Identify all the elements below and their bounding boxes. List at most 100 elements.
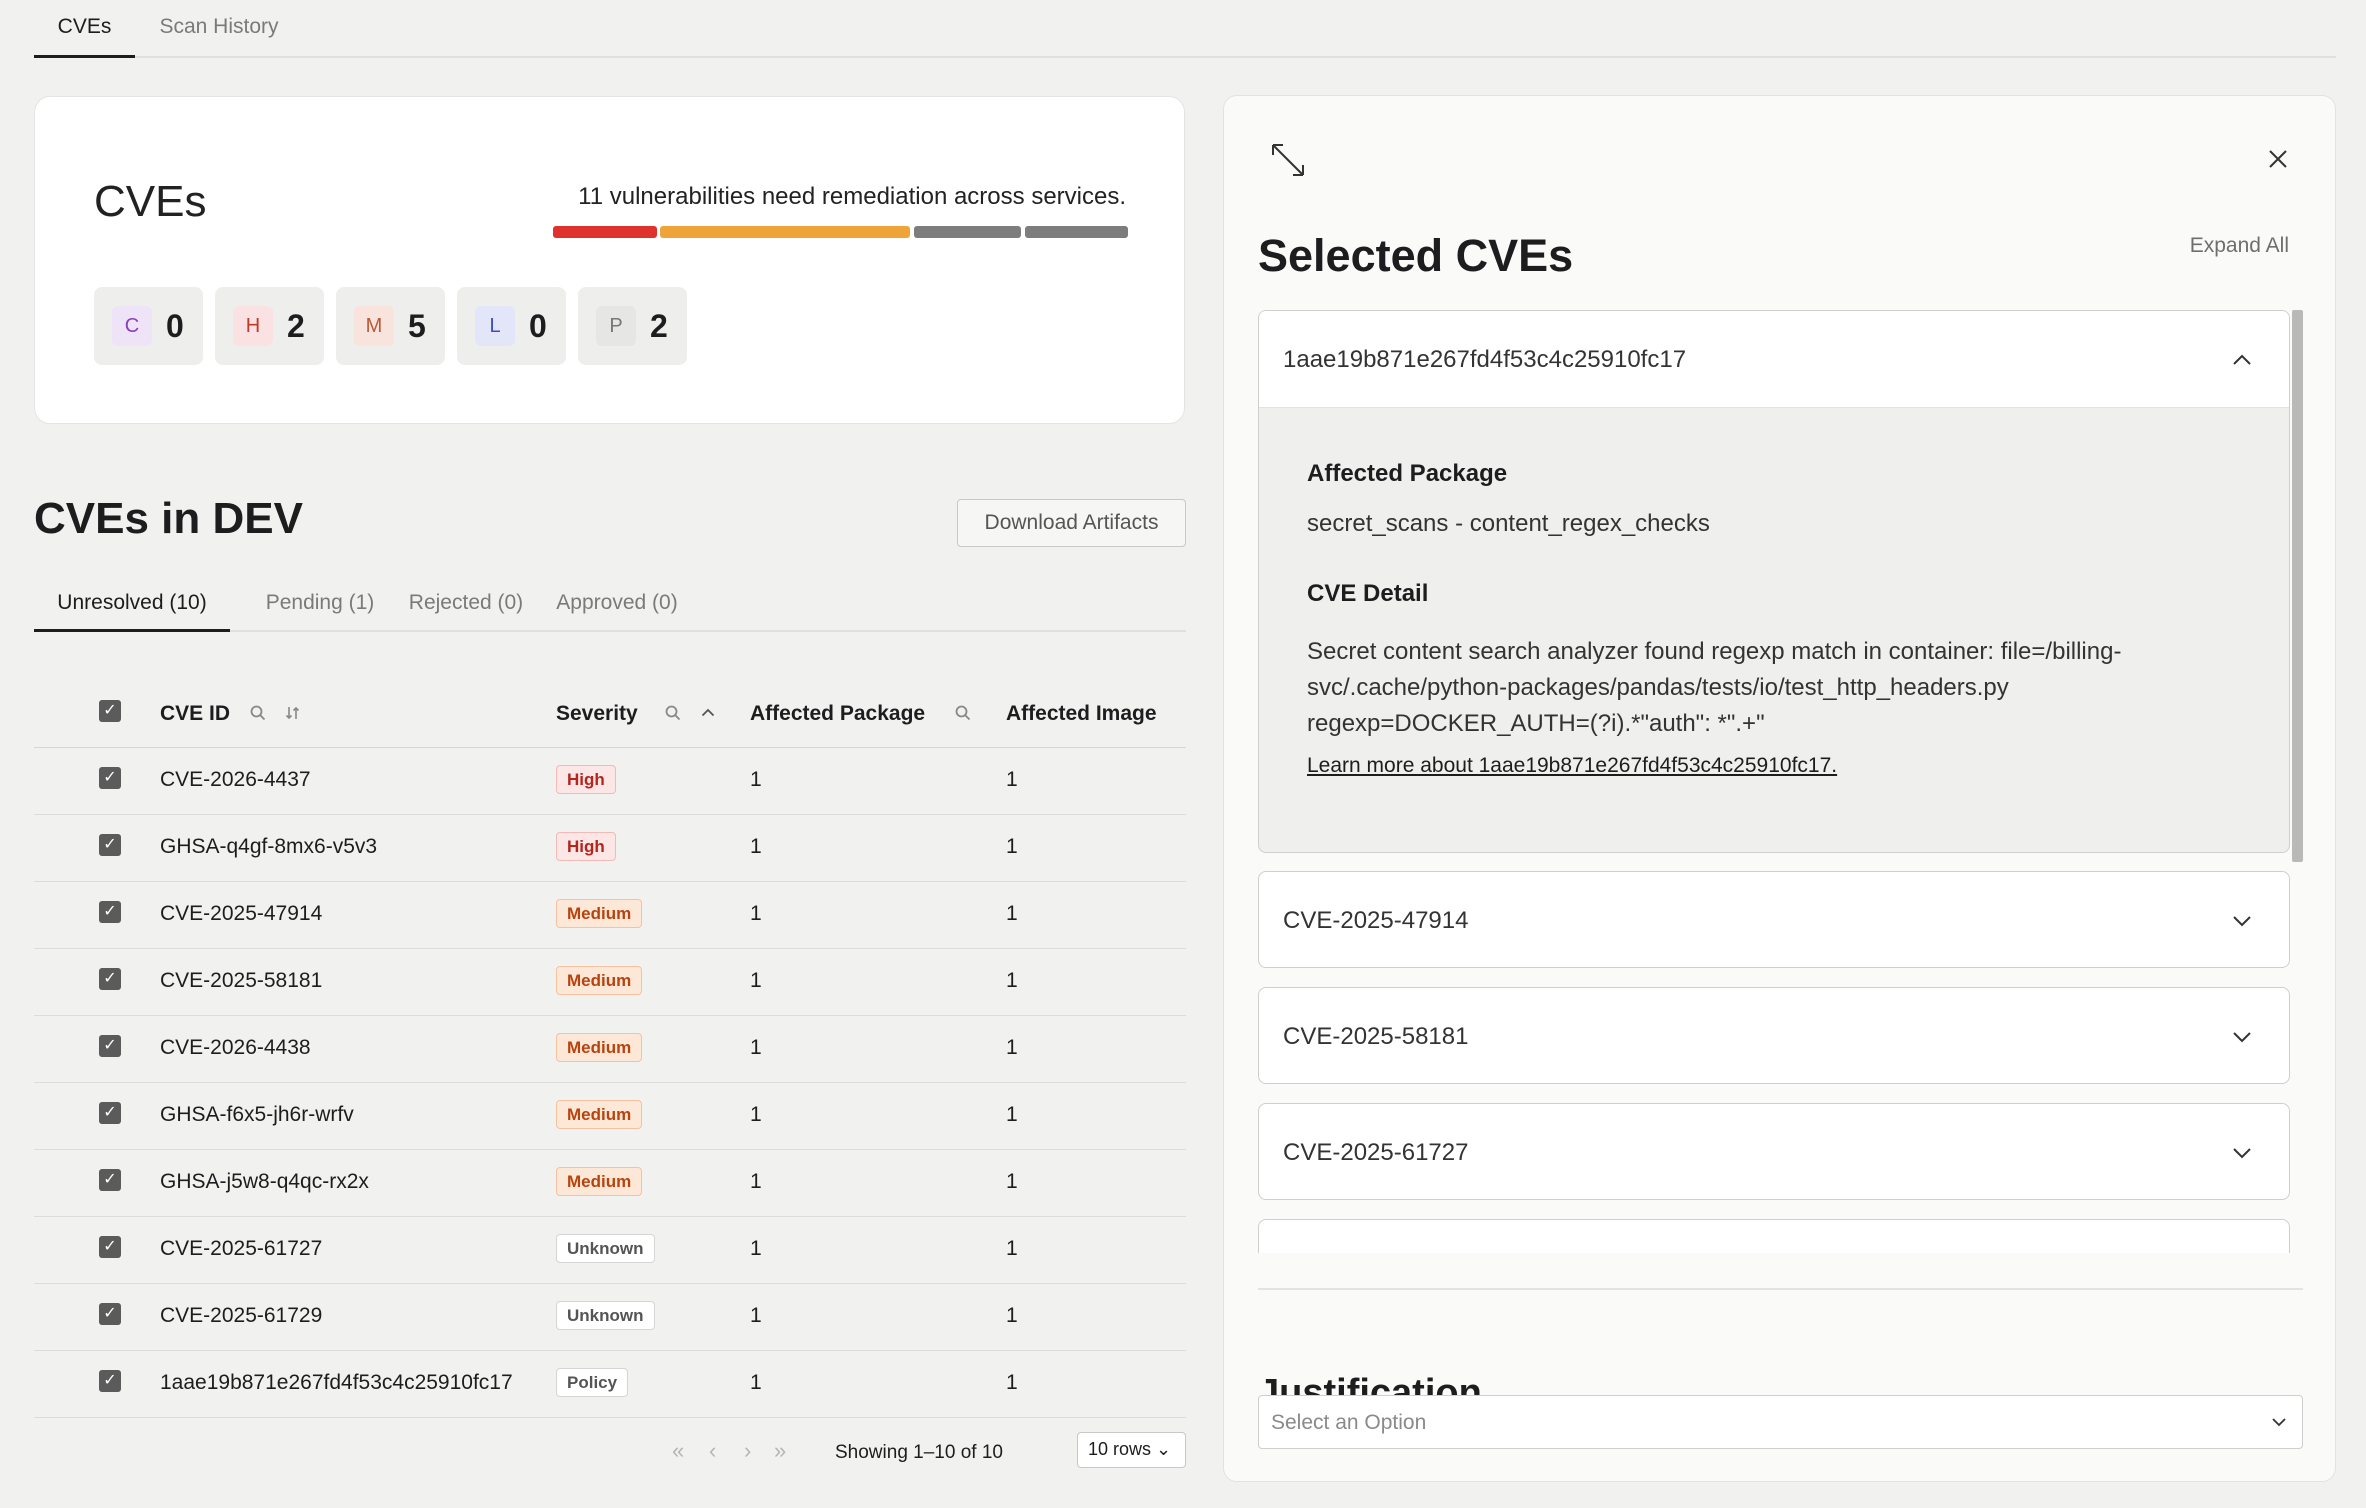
severity-bar-medium: [660, 226, 910, 238]
prev-page-icon[interactable]: ‹: [709, 1438, 716, 1464]
top-tabs: CVEs Scan History: [34, 0, 2336, 58]
table-row[interactable]: ✓ GHSA-f6x5-jh6r-wrfv Medium 1 1: [34, 1083, 1186, 1150]
table-row[interactable]: ✓ CVE-2025-47914 Medium 1 1: [34, 882, 1186, 949]
next-page-icon[interactable]: ›: [744, 1438, 751, 1464]
affected-image-cell: 1: [1006, 835, 1018, 858]
affected-image-cell: 1: [1006, 768, 1018, 791]
affected-package-label: Affected Package: [1307, 460, 1508, 487]
affected-package-cell: 1: [750, 1170, 762, 1193]
severity-badge: Unknown: [556, 1234, 655, 1263]
table-row[interactable]: ✓ CVE-2025-58181 Medium 1 1: [34, 949, 1186, 1016]
affected-image-cell: 1: [1006, 1170, 1018, 1193]
chip-count: 2: [287, 307, 305, 344]
search-icon[interactable]: [954, 704, 972, 727]
severity-badge: Policy: [556, 1368, 629, 1397]
table-row[interactable]: ✓ CVE-2025-61729 Unknown 1 1: [34, 1284, 1186, 1351]
selected-cves-panel: Selected CVEs Expand All 1aae19b871e267f…: [1223, 95, 2336, 1482]
chip-high[interactable]: H2: [215, 287, 324, 365]
accordion-item[interactable]: CVE-2025-47914: [1258, 871, 2290, 968]
cve-table: ✓ CVE ID Severity Affected Package Affec…: [34, 680, 1186, 1418]
table-row[interactable]: ✓ 1aae19b871e267fd4f53c4c25910fc17 Policy 1…: [34, 1351, 1186, 1418]
cve-id-cell: CVE-2025-61729: [160, 1304, 323, 1327]
close-icon[interactable]: [2266, 147, 2290, 171]
affected-image-cell: 1: [1006, 969, 1018, 992]
chevron-down-icon[interactable]: [2231, 1026, 2253, 1048]
accordion-item[interactable]: CVE-2025-61727: [1258, 1103, 2290, 1200]
tab-scan-history[interactable]: Scan History: [144, 0, 294, 58]
severity-bar-high: [553, 226, 657, 238]
rows-per-page-select[interactable]: 10 rows ⌄: [1077, 1432, 1186, 1468]
chevron-down-icon[interactable]: [2231, 910, 2253, 932]
chip-letter: C: [112, 306, 152, 346]
search-icon[interactable]: [249, 704, 267, 727]
severity-badge: Medium: [556, 1033, 643, 1062]
severity-badge: Unknown: [556, 1301, 655, 1330]
select-placeholder: Select an Option: [1271, 1411, 1427, 1434]
accordion-header[interactable]: 1aae19b871e267fd4f53c4c25910fc17: [1259, 311, 2289, 408]
tab-unresolved[interactable]: Unresolved (10): [34, 580, 230, 632]
row-checkbox[interactable]: ✓: [99, 1102, 121, 1124]
accordion-item-partial[interactable]: [1258, 1219, 2290, 1253]
tab-pending[interactable]: Pending (1): [250, 580, 390, 632]
cve-id-cell: 1aae19b871e267fd4f53c4c25910fc17: [160, 1371, 513, 1394]
chip-policy[interactable]: P2: [578, 287, 687, 365]
accordion-item-expanded: 1aae19b871e267fd4f53c4c25910fc17 Affecte…: [1258, 310, 2290, 853]
chip-letter: P: [596, 306, 636, 346]
row-checkbox[interactable]: ✓: [99, 1169, 121, 1191]
learn-more-link[interactable]: Learn more about 1aae19b871e267fd4f53c4c…: [1307, 754, 2241, 778]
scrollbar[interactable]: [2292, 310, 2303, 862]
tab-rejected[interactable]: Rejected (0): [396, 580, 536, 632]
affected-package-cell: 1: [750, 835, 762, 858]
select-all-checkbox[interactable]: ✓: [99, 700, 121, 722]
last-page-icon[interactable]: »: [774, 1438, 786, 1464]
table-row[interactable]: ✓ CVE-2025-61727 Unknown 1 1: [34, 1217, 1186, 1284]
sort-ascending-icon[interactable]: [699, 704, 717, 727]
table-row[interactable]: ✓ GHSA-j5w8-q4qc-rx2x Medium 1 1: [34, 1150, 1186, 1217]
chip-critical[interactable]: C0: [94, 287, 203, 365]
cve-id-cell: CVE-2025-47914: [160, 902, 323, 925]
affected-image-cell: 1: [1006, 1371, 1018, 1394]
severity-bar-unknown: [914, 226, 1021, 238]
expand-all-link[interactable]: Expand All: [2190, 234, 2289, 258]
row-checkbox[interactable]: ✓: [99, 1370, 121, 1392]
row-checkbox[interactable]: ✓: [99, 767, 121, 789]
tab-cves[interactable]: CVEs: [34, 0, 135, 58]
justification-select[interactable]: Select an Option: [1258, 1395, 2303, 1449]
severity-bar-policy: [1025, 226, 1128, 238]
table-row[interactable]: ✓ CVE-2026-4438 Medium 1 1: [34, 1016, 1186, 1083]
divider: [1258, 1288, 2303, 1290]
row-checkbox[interactable]: ✓: [99, 1236, 121, 1258]
affected-package-cell: 1: [750, 1103, 762, 1126]
row-checkbox[interactable]: ✓: [99, 901, 121, 923]
search-icon[interactable]: [664, 704, 682, 727]
chevron-down-icon[interactable]: [2231, 1142, 2253, 1164]
row-checkbox[interactable]: ✓: [99, 968, 121, 990]
cve-detail-text: Secret content search analyzer found reg…: [1307, 638, 2122, 737]
row-checkbox[interactable]: ✓: [99, 1303, 121, 1325]
first-page-icon[interactable]: «: [672, 1438, 684, 1464]
accordion-item[interactable]: CVE-2025-58181: [1258, 987, 2290, 1084]
row-checkbox[interactable]: ✓: [99, 1035, 121, 1057]
affected-package-cell: 1: [750, 1371, 762, 1394]
row-checkbox[interactable]: ✓: [99, 834, 121, 856]
affected-image-cell: 1: [1006, 1103, 1018, 1126]
pagination: « ‹ › » Showing 1–10 of 10 10 rows ⌄: [34, 1430, 1186, 1474]
accordion-title: CVE-2025-58181: [1283, 1023, 1469, 1050]
chip-count: 5: [408, 307, 426, 344]
chevron-up-icon[interactable]: [2231, 349, 2253, 371]
tab-approved[interactable]: Approved (0): [544, 580, 690, 632]
table-row[interactable]: ✓ GHSA-q4gf-8mx6-v5v3 High 1 1: [34, 815, 1186, 882]
section-title: CVEs in DEV: [34, 494, 303, 543]
cve-id-cell: GHSA-q4gf-8mx6-v5v3: [160, 835, 378, 858]
expand-icon[interactable]: [1269, 141, 1307, 179]
table-row[interactable]: ✓ CVE-2026-4437 High 1 1: [34, 748, 1186, 815]
status-tabs: Unresolved (10) Pending (1) Rejected (0)…: [34, 580, 1186, 632]
sort-icon[interactable]: [284, 704, 302, 727]
chip-low[interactable]: L0: [457, 287, 566, 365]
severity-bar: [553, 226, 1128, 238]
chip-letter: M: [354, 306, 394, 346]
download-artifacts-button[interactable]: Download Artifacts: [957, 499, 1186, 547]
chip-count: 0: [166, 307, 184, 344]
cve-id-cell: CVE-2026-4437: [160, 768, 311, 791]
chip-medium[interactable]: M5: [336, 287, 445, 365]
